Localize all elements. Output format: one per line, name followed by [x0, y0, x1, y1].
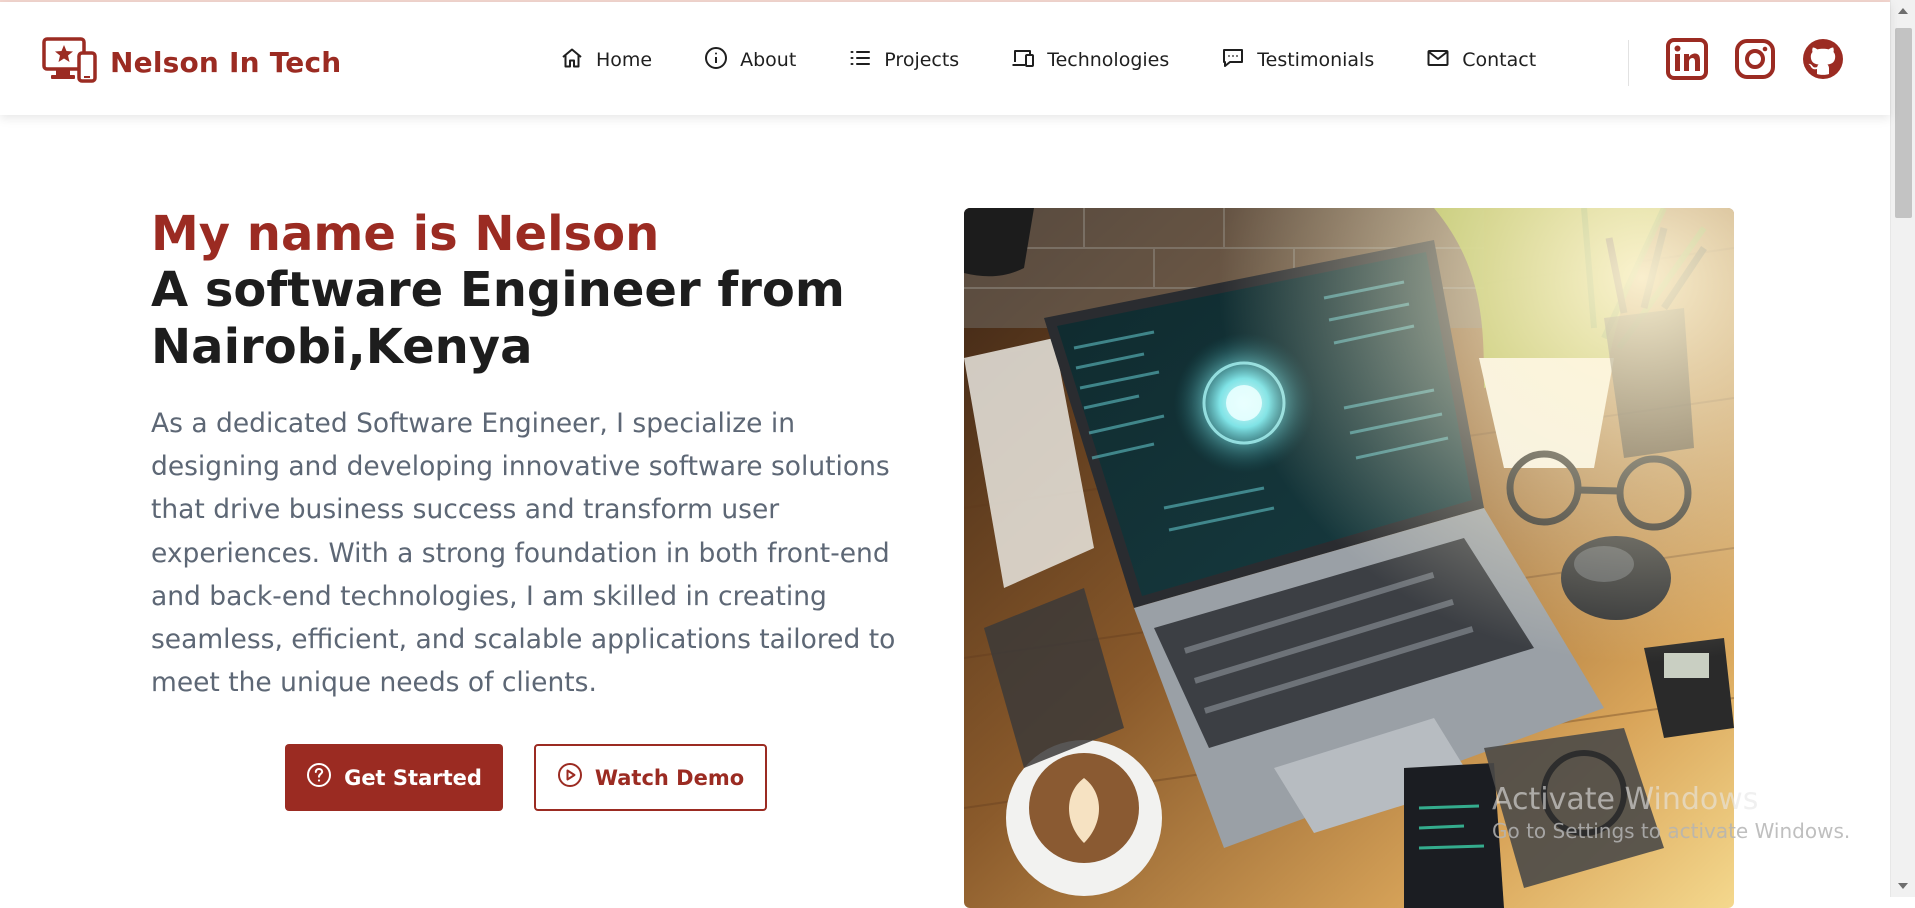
navbar: Nelson In Tech Home About Projects Techn…	[0, 2, 1890, 115]
nav-label-technologies: Technologies	[1047, 49, 1170, 71]
scroll-thumb[interactable]	[1895, 28, 1912, 218]
hero-description: As a dedicated Software Engineer, I spec…	[151, 408, 896, 699]
get-started-label: Get Started	[344, 765, 482, 790]
page-scrollbar[interactable]	[1890, 0, 1915, 897]
github-icon[interactable]	[1802, 38, 1844, 80]
nav-item-about[interactable]: About	[704, 46, 796, 75]
nav-label-home: Home	[596, 49, 653, 71]
devices-icon	[1011, 46, 1035, 75]
hero-name-heading: My name is Nelson	[151, 206, 660, 262]
brand-logo-link[interactable]: Nelson In Tech	[42, 36, 341, 88]
list-icon	[848, 46, 872, 75]
nav-label-projects: Projects	[884, 49, 960, 71]
get-started-button[interactable]: Get Started	[285, 744, 503, 811]
play-circle-icon	[557, 762, 583, 793]
question-circle-icon	[306, 762, 332, 793]
social-links	[1666, 38, 1844, 80]
mail-icon	[1426, 46, 1450, 75]
nav-item-home[interactable]: Home	[560, 46, 652, 75]
nav-label-contact: Contact	[1462, 49, 1537, 71]
nav-item-technologies[interactable]: Technologies	[1011, 46, 1169, 75]
nav-label-testimonials: Testimonials	[1257, 49, 1375, 71]
hero-text: My name is Nelson A software Engineer fr…	[151, 206, 931, 731]
home-icon	[560, 46, 584, 75]
brand-name: Nelson In Tech	[110, 45, 342, 79]
info-icon	[704, 46, 728, 75]
chat-icon	[1221, 46, 1245, 75]
nav-item-contact[interactable]: Contact	[1426, 46, 1536, 75]
nav-divider	[1628, 40, 1629, 86]
instagram-icon[interactable]	[1734, 38, 1776, 80]
scroll-up-arrow-icon[interactable]	[1898, 8, 1908, 14]
linkedin-icon[interactable]	[1666, 38, 1708, 80]
devices-star-icon	[42, 36, 98, 88]
nav-item-projects[interactable]: Projects	[848, 46, 959, 75]
nav-label-about: About	[740, 49, 797, 71]
watch-demo-label: Watch Demo	[594, 765, 745, 790]
hero-role-heading: A software Engineer from Nairobi,Kenya	[151, 262, 845, 375]
watch-demo-button[interactable]: Watch Demo	[534, 744, 767, 811]
nav-item-testimonials[interactable]: Testimonials	[1221, 46, 1374, 75]
hero-workspace-image	[964, 208, 1734, 908]
hero-buttons: Get Started Watch Demo	[285, 744, 767, 811]
main-nav: Home About Projects Technologies Testimo…	[560, 42, 1536, 78]
scroll-down-arrow-icon[interactable]	[1898, 883, 1908, 889]
